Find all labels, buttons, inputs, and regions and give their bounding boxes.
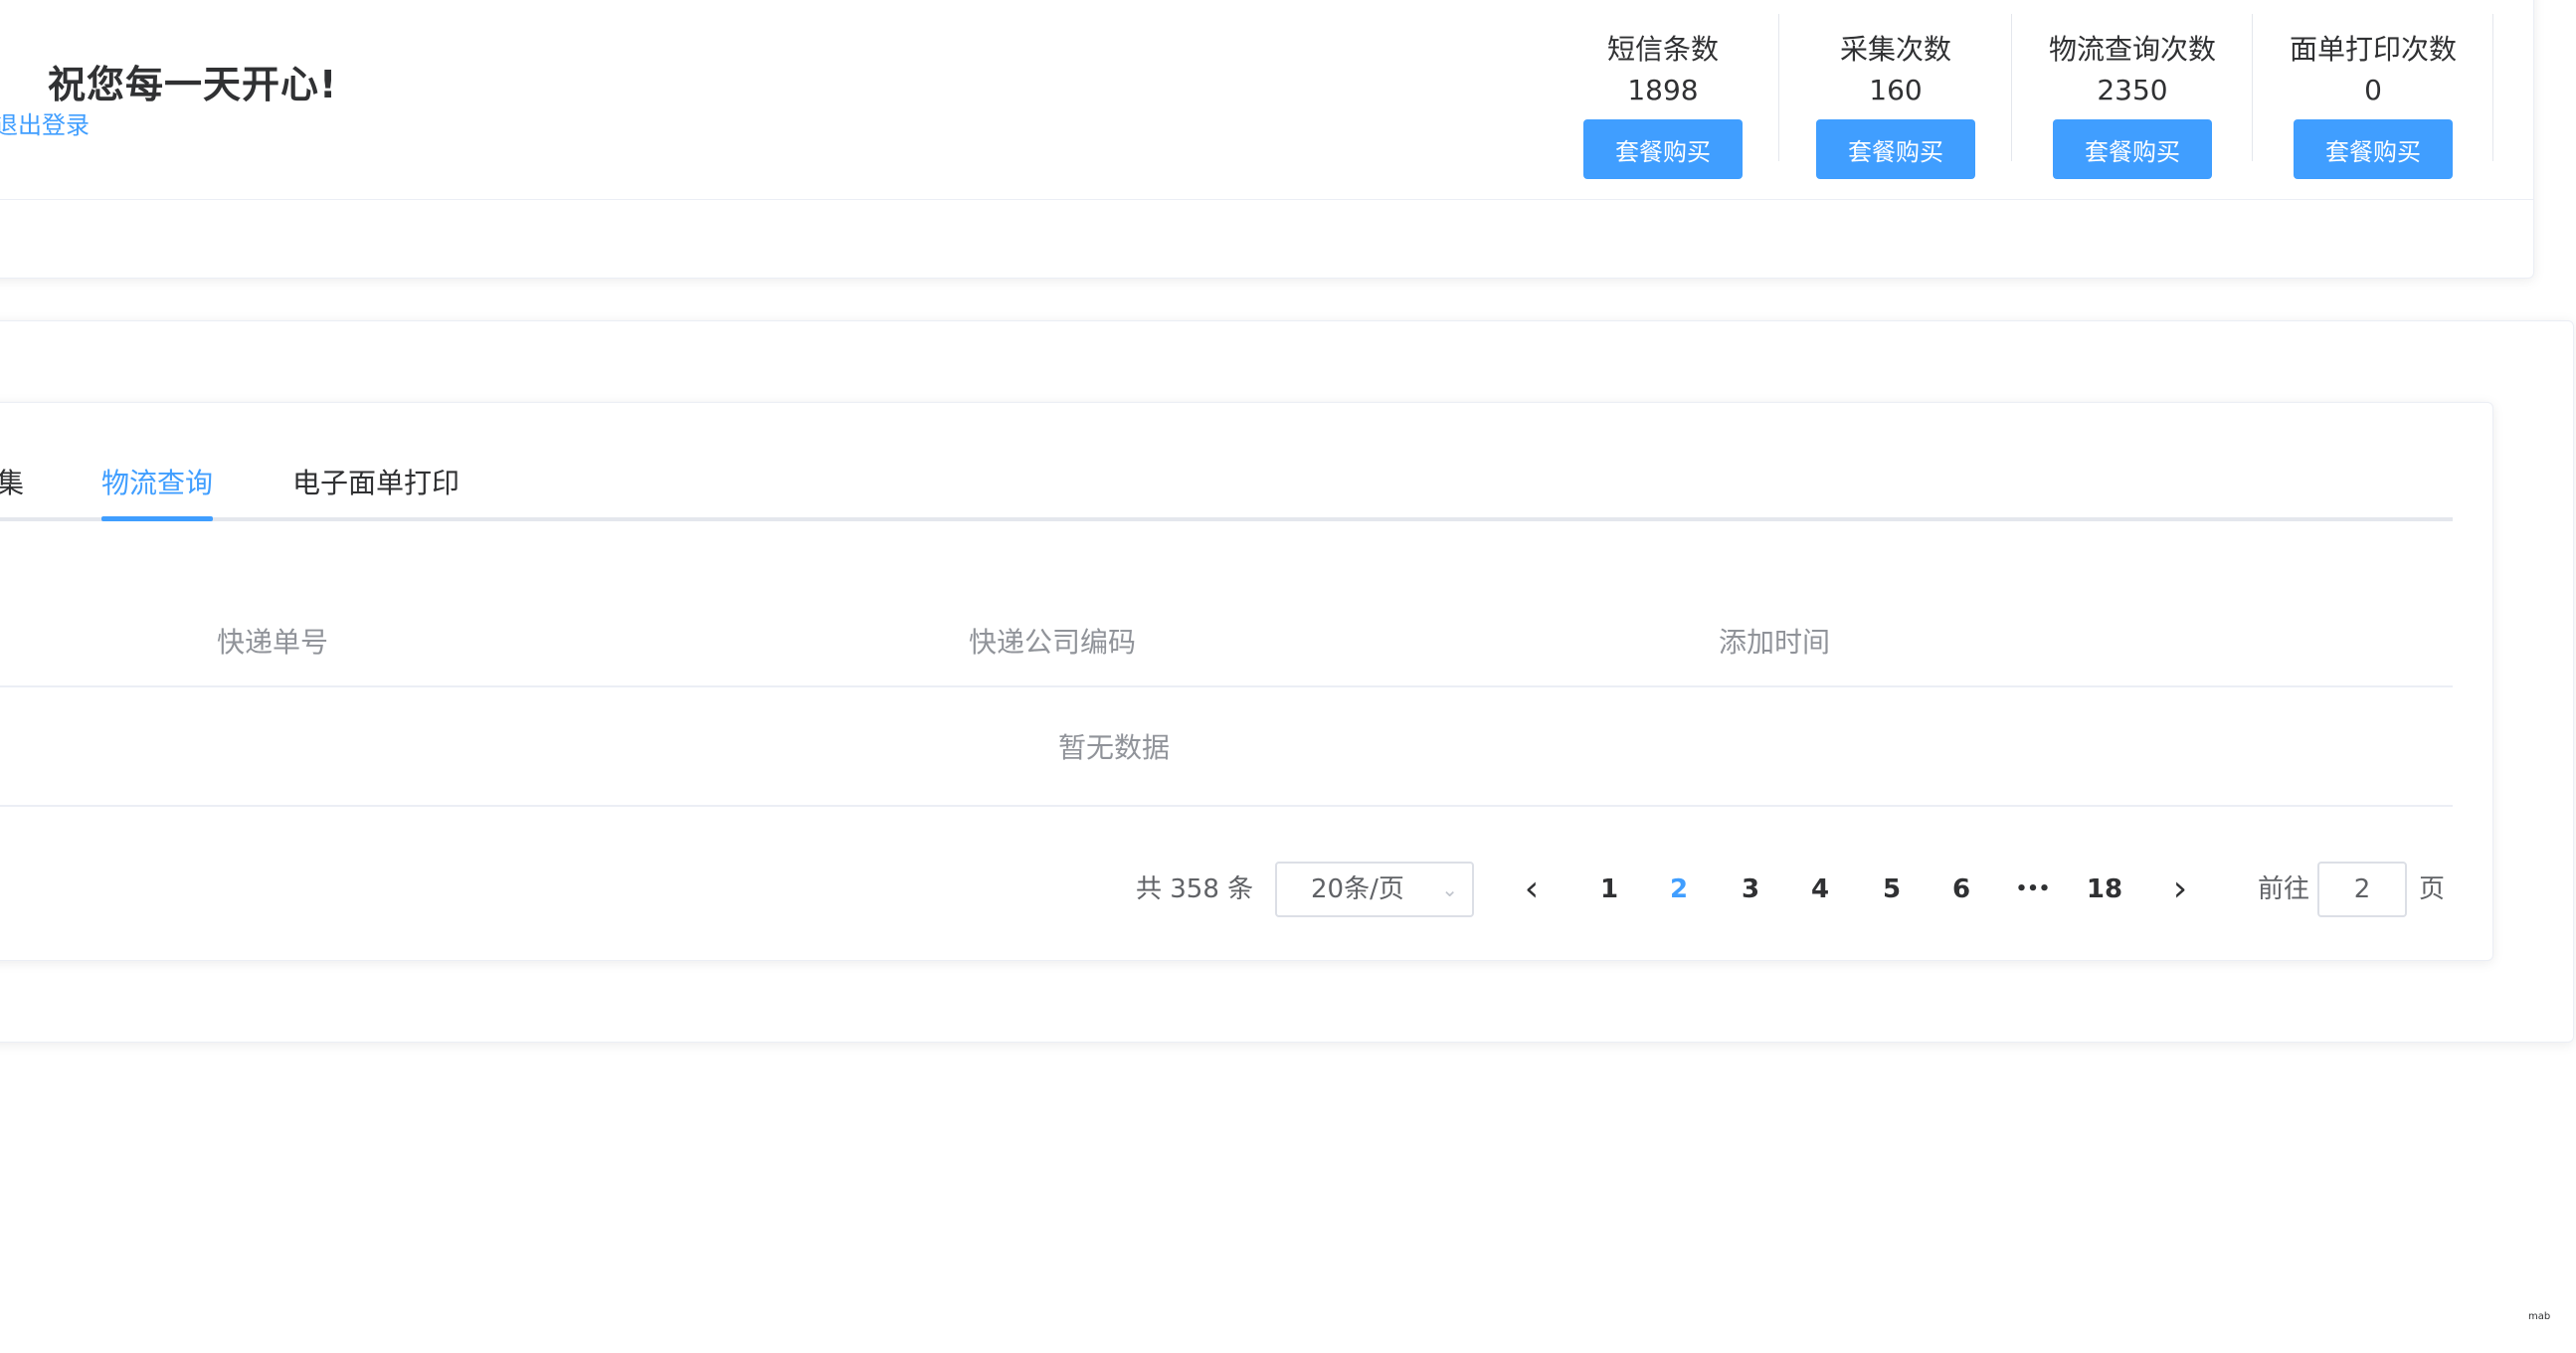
page-button-6[interactable]: 6 — [1933, 862, 1989, 917]
page-button-1[interactable]: 1 — [1581, 862, 1637, 917]
tab-logistics-query[interactable]: 物流查询 — [101, 460, 213, 507]
tabs-bar — [0, 517, 2453, 521]
goto-label: 前往 — [2258, 874, 2310, 904]
buy-collect-button[interactable]: 套餐购买 — [1816, 119, 1975, 179]
stat-separator — [1778, 14, 1779, 161]
stat-logistics: 物流查询次数 2350 套餐购买 — [2033, 30, 2232, 179]
stat-sms: 短信条数 1898 套餐购买 — [1583, 30, 1743, 179]
page-button-4[interactable]: 4 — [1792, 862, 1848, 917]
stat-logistics-value: 2350 — [2097, 74, 2168, 106]
pagination-total: 共 358 条 — [1136, 874, 1254, 904]
more-pages-icon[interactable]: ••• — [2005, 862, 2061, 917]
buy-logistics-button[interactable]: 套餐购买 — [2053, 119, 2212, 179]
goto-page-input[interactable] — [2317, 862, 2407, 917]
table-empty-text: 暂无数据 — [1058, 731, 1171, 764]
stat-sms-label: 短信条数 — [1606, 33, 1719, 66]
corner-mark: mab — [2528, 1311, 2551, 1322]
card-divider — [0, 199, 2533, 200]
column-header-added-time: 添加时间 — [1719, 626, 1831, 659]
page-button-18[interactable]: 18 — [2077, 862, 2132, 917]
stat-print-label: 面单打印次数 — [2289, 33, 2457, 66]
page-button-2[interactable]: 2 — [1651, 862, 1707, 917]
stat-print: 面单打印次数 0 套餐购买 — [2274, 30, 2473, 179]
page-size-select[interactable]: 20条/页 ⌄ — [1275, 862, 1474, 917]
table-bottom-border — [0, 805, 2453, 807]
active-tab-indicator — [101, 516, 213, 521]
page-button-3[interactable]: 3 — [1723, 862, 1778, 917]
page-root: 祝您每一天开心! 退出登录 短信条数 1898 套餐购买 采集次数 160 套餐… — [0, 0, 2576, 1353]
stat-logistics-label: 物流查询次数 — [2048, 33, 2216, 66]
stat-collect-value: 160 — [1869, 74, 1923, 106]
column-header-tracking-number: 快递单号 — [217, 626, 329, 659]
stat-sms-value: 1898 — [1627, 74, 1699, 106]
column-header-courier-code: 快递公司编码 — [969, 626, 1137, 659]
stat-separator — [2011, 14, 2012, 161]
tab-collect[interactable]: 集 — [0, 460, 24, 507]
stat-print-value: 0 — [2364, 74, 2382, 106]
stat-collect: 采集次数 160 套餐购买 — [1816, 30, 1975, 179]
page-button-5[interactable]: 5 — [1864, 862, 1920, 917]
stat-collect-label: 采集次数 — [1839, 33, 1951, 66]
buy-sms-button[interactable]: 套餐购买 — [1583, 119, 1743, 179]
buy-print-button[interactable]: 套餐购买 — [2294, 119, 2453, 179]
greeting-title: 祝您每一天开心! — [48, 63, 338, 106]
next-page-icon[interactable]: › — [2152, 862, 2208, 917]
tab-e-waybill-print[interactable]: 电子面单打印 — [292, 460, 460, 507]
goto-unit: 页 — [2419, 874, 2446, 904]
table-header-border — [0, 685, 2453, 687]
page-size-value: 20条/页 — [1311, 874, 1404, 904]
logout-link[interactable]: 退出登录 — [0, 105, 90, 140]
stat-separator — [2252, 14, 2253, 161]
prev-page-icon[interactable]: ‹ — [1504, 862, 1560, 917]
stat-separator — [2492, 14, 2493, 161]
chevron-down-icon: ⌄ — [1441, 877, 1458, 901]
